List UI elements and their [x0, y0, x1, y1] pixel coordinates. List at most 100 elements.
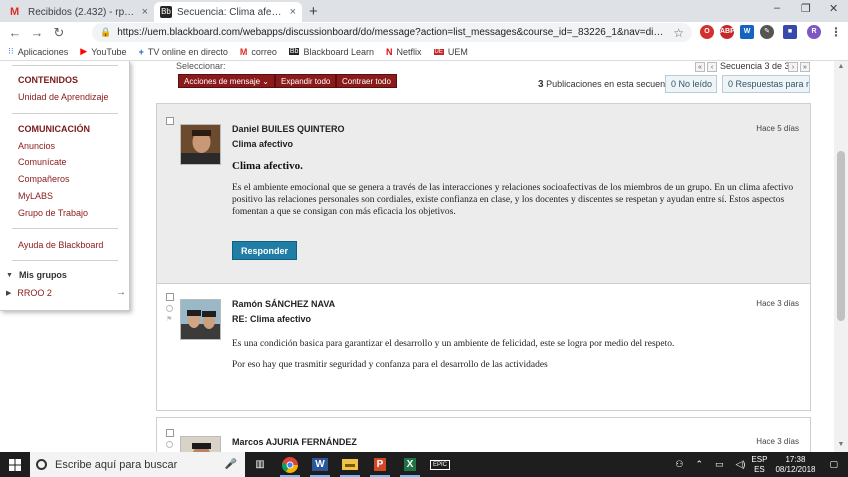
- volume-icon[interactable]: ◁): [736, 459, 746, 470]
- file-explorer-icon[interactable]: ▬: [335, 452, 365, 477]
- expand-all-button[interactable]: Expandir todo: [275, 74, 337, 88]
- menu-item-ayuda[interactable]: Ayuda de Blackboard: [18, 240, 103, 250]
- replies-filter-button[interactable]: 0 Respuestas para mí: [722, 75, 810, 93]
- profile-avatar[interactable]: R: [807, 25, 821, 39]
- notifications-icon[interactable]: ▢: [829, 459, 838, 470]
- windows-logo-icon: [9, 458, 21, 471]
- adblock-extension-icon[interactable]: ABP: [720, 25, 735, 39]
- post-author[interactable]: Marcos AJURIA FERNÁNDEZ: [232, 437, 357, 447]
- read-status-radio[interactable]: [166, 441, 173, 448]
- arrow-right-icon[interactable]: →: [116, 287, 126, 298]
- prev-page-icon[interactable]: ‹: [707, 62, 717, 72]
- bookmark-blackboard[interactable]: Bb Blackboard Learn: [288, 47, 374, 57]
- address-bar[interactable]: 🔒 https://uem.blackboard.com/webapps/dis…: [92, 23, 692, 42]
- keyboard-code: ES: [754, 464, 765, 474]
- menu-item-unidad[interactable]: Unidad de Aprendizaje: [18, 92, 109, 102]
- chevron-down-icon: ⌄: [262, 77, 269, 86]
- tv-icon: +: [138, 46, 144, 57]
- reload-icon[interactable]: ↻: [48, 25, 70, 41]
- page-content: CONTENIDOS Unidad de Aprendizaje COMUNIC…: [0, 61, 848, 452]
- minimize-button[interactable]: –: [774, 2, 780, 14]
- tab-gmail[interactable]: M Recibidos (2.432) - rpanizoa@gm ×: [4, 2, 154, 22]
- epic-games-icon[interactable]: EPIC: [425, 452, 455, 477]
- scroll-thumb[interactable]: [837, 151, 845, 321]
- select-label: Seleccionar:: [176, 61, 226, 71]
- opera-extension-icon[interactable]: O: [700, 25, 714, 39]
- page-scrollbar[interactable]: ▲ ▼: [834, 61, 848, 452]
- message-actions-button[interactable]: Acciones de mensaje ⌄: [178, 74, 275, 88]
- post-timestamp: Hace 3 días: [756, 299, 799, 308]
- post-checkbox[interactable]: [166, 429, 174, 437]
- divider: [12, 260, 118, 261]
- post-subject: RE: Clima afectivo: [232, 314, 312, 324]
- screen: M Recibidos (2.432) - rpanizoa@gm × Bb S…: [0, 0, 848, 477]
- microphone-icon[interactable]: 🎤: [225, 459, 237, 470]
- new-tab-button[interactable]: +: [309, 3, 318, 20]
- avatar-photo: [181, 437, 220, 452]
- chevron-up-icon[interactable]: ⌃: [695, 459, 703, 470]
- bookmark-uem[interactable]: UE UEM: [433, 47, 468, 57]
- bookmark-netflix[interactable]: N Netflix: [386, 47, 422, 57]
- post-author[interactable]: Daniel BUILES QUINTERO: [232, 124, 345, 134]
- group-item-rroo2[interactable]: ▶ RROO 2 →: [6, 287, 126, 298]
- excel-icon[interactable]: X: [395, 452, 425, 477]
- clock[interactable]: 17:38 08/12/2018: [775, 455, 815, 475]
- url-text[interactable]: https://uem.blackboard.com/webapps/discu…: [117, 27, 665, 38]
- chrome-icon[interactable]: [275, 452, 305, 477]
- last-page-icon[interactable]: »: [800, 62, 810, 72]
- blackboard-icon: Bb: [160, 6, 172, 18]
- start-button[interactable]: [0, 458, 30, 471]
- taskbar-search[interactable]: Escribe aquí para buscar 🎤: [30, 452, 245, 477]
- bookmark-youtube[interactable]: ▶ YouTube: [80, 46, 126, 57]
- people-icon[interactable]: ⚇: [675, 459, 683, 470]
- menu-item-companeros[interactable]: Compañeros: [18, 174, 70, 184]
- post-checkbox[interactable]: [166, 293, 174, 301]
- maximize-button[interactable]: ❐: [801, 2, 811, 15]
- collapse-all-button[interactable]: Contraer todo: [336, 74, 397, 88]
- reply-button[interactable]: Responder: [232, 241, 297, 260]
- extension-icon[interactable]: ✎: [760, 25, 774, 39]
- scroll-down-icon[interactable]: ▼: [834, 441, 848, 448]
- bookmark-label: Netflix: [396, 46, 422, 57]
- extension-icon[interactable]: ■: [783, 25, 797, 39]
- bookmark-apps[interactable]: ⁝⁝ Aplicaciones: [8, 46, 68, 57]
- group-label: RROO 2: [17, 287, 52, 298]
- word-icon[interactable]: W: [305, 452, 335, 477]
- bookmark-star-icon[interactable]: ☆: [673, 26, 684, 40]
- clock-time: 17:38: [785, 454, 806, 464]
- youtube-icon: ▶: [80, 46, 88, 56]
- publication-count: 3 Publicaciones en esta secuencia: [538, 79, 677, 90]
- post-2: ⚑ Ramón SÁNCHEZ NAVA RE: Clima afectivo …: [156, 283, 811, 411]
- flag-icon[interactable]: ⚑: [166, 315, 172, 323]
- tab-blackboard[interactable]: Bb Secuencia: Clima afectivo – Dida ×: [154, 2, 302, 22]
- back-arrow-icon[interactable]: ←: [4, 25, 26, 40]
- powerpoint-icon[interactable]: P: [365, 452, 395, 477]
- kebab-menu-icon[interactable]: ⋮: [829, 25, 843, 39]
- tab-title: Recibidos (2.432) - rpanizoa@gm: [28, 6, 136, 18]
- network-icon[interactable]: ▭: [715, 459, 724, 470]
- bookmark-tv[interactable]: + TV online en directo: [139, 47, 228, 57]
- menu-item-mylabs[interactable]: MyLABS: [18, 191, 53, 201]
- avatar: [180, 299, 221, 340]
- next-page-icon[interactable]: ›: [788, 62, 798, 72]
- close-icon[interactable]: ×: [142, 6, 148, 18]
- forward-arrow-icon[interactable]: →: [26, 25, 48, 40]
- close-icon[interactable]: ×: [290, 6, 296, 18]
- post-checkbox[interactable]: [166, 117, 174, 125]
- menu-item-anuncios[interactable]: Anuncios: [18, 141, 55, 151]
- close-window-button[interactable]: ✕: [829, 2, 838, 15]
- scroll-up-icon[interactable]: ▲: [834, 63, 848, 70]
- extension-icon[interactable]: W: [740, 25, 754, 39]
- post-author[interactable]: Ramón SÁNCHEZ NAVA: [232, 299, 335, 309]
- first-page-icon[interactable]: «: [695, 62, 705, 72]
- bookmark-correo[interactable]: M correo: [240, 47, 277, 57]
- menu-item-grupo-trabajo[interactable]: Grupo de Trabajo: [18, 208, 88, 218]
- my-groups-header[interactable]: ▼ Mis grupos: [6, 270, 67, 280]
- divider: [12, 65, 118, 66]
- unread-filter-button[interactable]: 0 No leído: [665, 75, 717, 93]
- divider: [12, 228, 118, 229]
- menu-item-comunicate[interactable]: Comunícate: [18, 157, 67, 167]
- task-view-icon[interactable]: ▥: [245, 452, 275, 477]
- language-indicator[interactable]: ESP ES: [751, 455, 767, 475]
- read-status-radio[interactable]: [166, 305, 173, 312]
